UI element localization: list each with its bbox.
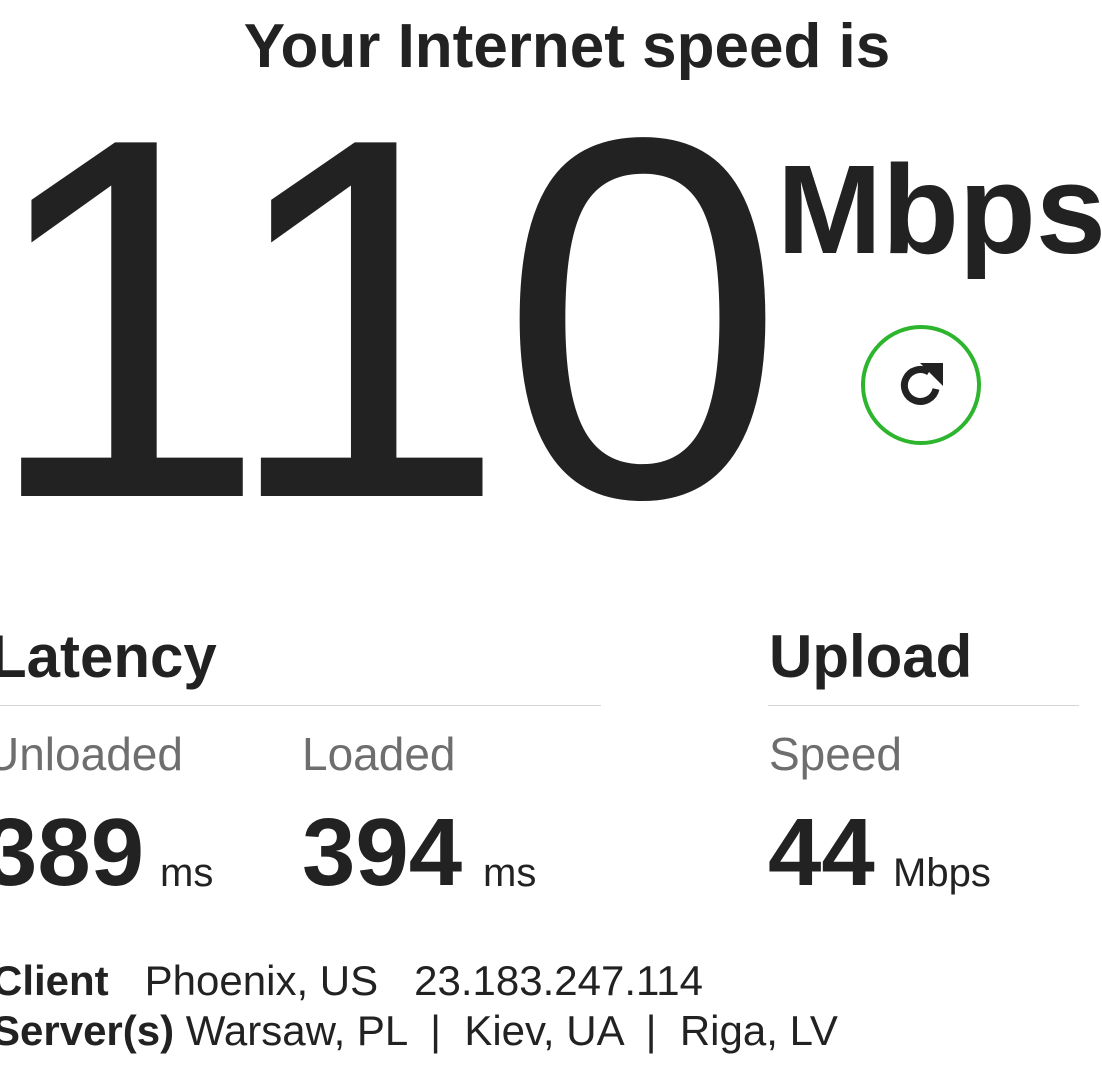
server-label: Server(s) — [0, 1007, 175, 1054]
upload-speed-label: Speed — [769, 728, 903, 780]
upload-divider — [768, 705, 1079, 706]
client-location: Phoenix, US — [144, 957, 379, 1004]
loaded-latency-value: 394 — [302, 799, 463, 906]
unloaded-latency-value: 389 — [0, 799, 145, 906]
loaded-latency-units: ms — [483, 851, 537, 895]
server-list: Warsaw, PL | Kiev, UA | Riga, LV — [185, 1007, 838, 1054]
download-speed-value: 110 — [0, 31, 785, 605]
server-info: Server(s) Warsaw, PL | Kiev, UA | Riga, … — [0, 1006, 838, 1056]
unloaded-latency-units: ms — [160, 851, 214, 895]
client-label: Client — [0, 957, 109, 1004]
client-ip: 23.183.247.114 — [414, 957, 703, 1004]
latency-divider — [0, 705, 601, 706]
latency-title: Latency — [0, 623, 217, 690]
upload-title: Upload — [769, 623, 973, 690]
client-info: Client Phoenix, US 23.183.247.114 — [0, 956, 703, 1006]
unloaded-latency-label: Unloaded — [0, 728, 183, 780]
loaded-latency-label: Loaded — [302, 728, 456, 780]
upload-speed-units: Mbps — [893, 851, 991, 895]
upload-speed-value: 44 — [768, 799, 875, 906]
refresh-button[interactable] — [861, 325, 981, 445]
refresh-icon — [900, 363, 943, 405]
download-speed-units: Mbps — [777, 139, 1102, 280]
speed-test-page: Your Internet speed is 110 Mbps Latency … — [0, 0, 1102, 1071]
